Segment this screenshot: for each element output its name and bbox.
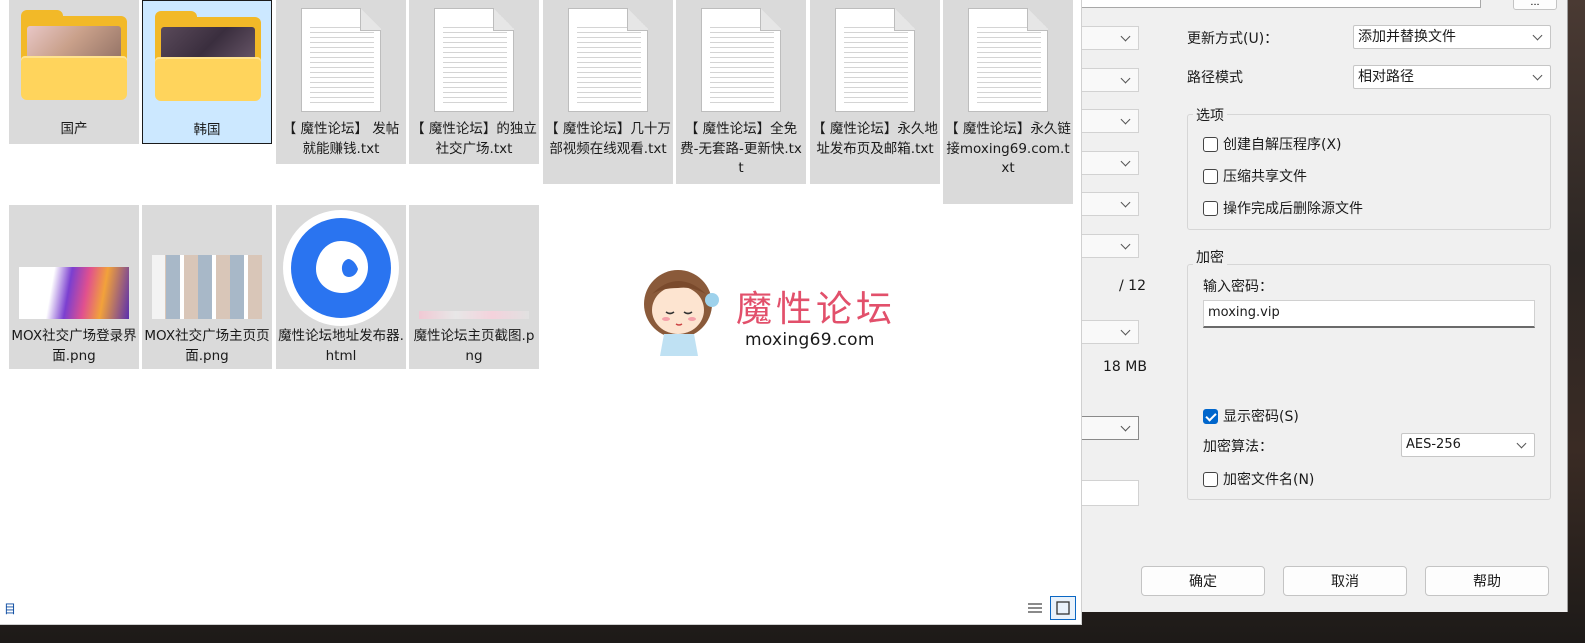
path-mode-label: 路径模式 <box>1187 70 1243 86</box>
chevron-down-icon <box>1530 66 1544 88</box>
image-thumbnail-icon <box>152 255 262 319</box>
threads-total: / 12 <box>1119 278 1146 294</box>
watermark: 魔性论坛 moxing69.com <box>640 262 920 372</box>
file-name: 【 魔性论坛】 发帖就能赚钱.txt <box>282 121 400 157</box>
shared-label: 压缩共享文件 <box>1223 169 1307 185</box>
list-item[interactable]: MOX社交广场主页页面.png <box>142 205 272 369</box>
algorithm-select[interactable]: AES-256 <box>1401 433 1535 457</box>
mascot-girl-icon <box>644 270 719 356</box>
chevron-down-icon <box>1118 110 1132 132</box>
archive-dialog: / 12 18 MB ... 更新方式(U)： 添加并替换文件 路径模式 相对路… <box>1040 0 1568 612</box>
chevron-down-icon <box>1118 417 1132 439</box>
list-item[interactable]: MOX社交广场登录界面.png <box>9 205 139 369</box>
html-app-icon <box>283 210 399 326</box>
large-icons-view-button[interactable] <box>1050 596 1076 620</box>
chevron-down-icon <box>1118 27 1132 49</box>
file-name: 【 魔性论坛】的独立社交广场.txt <box>411 121 537 157</box>
ok-button[interactable]: 确定 <box>1141 566 1265 596</box>
image-thumbnail-icon <box>19 267 129 319</box>
file-name: 国产 <box>60 121 88 137</box>
list-item[interactable]: 【 魔性论坛】 发帖就能赚钱.txt <box>276 0 406 164</box>
show-password-checkbox[interactable]: 显示密码(S) <box>1203 406 1299 426</box>
file-name: 【 魔性论坛】几十万部视频在线观看.txt <box>545 121 671 157</box>
details-view-icon <box>1028 603 1042 613</box>
list-item[interactable]: 魔性论坛主页截图.png <box>409 205 539 369</box>
chevron-down-icon <box>1118 321 1132 343</box>
watermark-title: 魔性论坛 <box>736 289 897 330</box>
chevron-down-icon <box>1118 235 1132 257</box>
chevron-down-icon <box>1118 152 1132 174</box>
file-name: 魔性论坛地址发布器.html <box>278 328 404 364</box>
watermark-url: moxing69.com <box>745 330 875 350</box>
delete-source-checkbox[interactable]: 操作完成后删除源文件 <box>1203 198 1363 218</box>
archive-name-field[interactable] <box>1041 0 1481 8</box>
list-item[interactable]: 【 魔性论坛】永久地址发布页及邮箱.txt <box>810 0 940 184</box>
image-thumbnail-icon <box>419 311 529 319</box>
list-item[interactable]: 【 魔性论坛】永久链接moxing69.com.txt <box>943 0 1073 204</box>
cancel-button[interactable]: 取消 <box>1283 566 1407 596</box>
checkbox-box[interactable] <box>1203 136 1218 152</box>
list-item[interactable]: 【 魔性论坛】的独立社交广场.txt <box>409 0 539 164</box>
help-button[interactable]: 帮助 <box>1425 566 1549 596</box>
status-text: 目 <box>4 602 17 616</box>
checkbox-box[interactable] <box>1203 200 1218 216</box>
file-name: 韩国 <box>193 122 221 138</box>
list-item[interactable]: 国产 <box>9 0 139 144</box>
file-name: 【 魔性论坛】永久链接moxing69.com.txt <box>945 121 1071 176</box>
checkbox-box-checked[interactable] <box>1203 408 1218 424</box>
options-title: 选项 <box>1193 105 1227 125</box>
file-name: 【 魔性论坛】全免费-无套路-更新快.txt <box>680 121 802 176</box>
password-field[interactable]: moxing.vip <box>1203 300 1535 328</box>
chevron-down-icon <box>1118 193 1132 215</box>
encryption-title: 加密 <box>1193 247 1227 267</box>
chevron-down-icon <box>1530 26 1544 48</box>
folder-icon <box>155 11 261 101</box>
encrypt-names-checkbox[interactable]: 加密文件名(N) <box>1203 469 1314 489</box>
encrypt-names-label: 加密文件名(N) <box>1223 472 1315 488</box>
algorithm-value: AES-256 <box>1406 437 1461 452</box>
path-mode-value: 相对路径 <box>1358 69 1414 85</box>
file-name: MOX社交广场登录界面.png <box>11 328 137 364</box>
list-item-selected[interactable]: 韩国 <box>142 0 272 144</box>
details-view-button[interactable] <box>1022 596 1048 620</box>
list-item[interactable]: 【 魔性论坛】全免费-无套路-更新快.txt <box>676 0 806 184</box>
file-name: 【 魔性论坛】永久地址发布页及邮箱.txt <box>812 121 938 157</box>
large-icons-view-icon <box>1056 601 1070 615</box>
file-name: MOX社交广场主页页面.png <box>144 328 270 364</box>
folder-icon <box>21 10 127 100</box>
shared-checkbox[interactable]: 压缩共享文件 <box>1203 166 1307 186</box>
delete-source-label: 操作完成后删除源文件 <box>1223 201 1363 217</box>
update-mode-label: 更新方式(U)： <box>1187 31 1279 47</box>
memory-usage: 18 MB <box>1103 359 1147 375</box>
sfx-label: 创建自解压程序(X) <box>1223 137 1342 153</box>
password-label: 输入密码： <box>1203 279 1273 295</box>
checkbox-box[interactable] <box>1203 168 1218 184</box>
chevron-down-icon <box>1514 434 1528 456</box>
explorer-window: 国产 韩国 【 魔性论坛】 发帖就能赚钱.txt 【 魔性论坛】的独立社交广场.… <box>0 0 1082 625</box>
update-mode-select[interactable]: 添加并替换文件 <box>1353 25 1551 49</box>
algorithm-label: 加密算法： <box>1203 439 1273 455</box>
show-password-label: 显示密码(S) <box>1223 409 1299 425</box>
path-mode-select[interactable]: 相对路径 <box>1353 65 1551 89</box>
list-item[interactable]: 【 魔性论坛】几十万部视频在线观看.txt <box>543 0 673 184</box>
file-name: 魔性论坛主页截图.png <box>413 328 535 364</box>
list-item[interactable]: 魔性论坛地址发布器.html <box>276 205 406 369</box>
checkbox-box[interactable] <box>1203 471 1218 487</box>
sfx-checkbox[interactable]: 创建自解压程序(X) <box>1203 134 1342 154</box>
update-mode-value: 添加并替换文件 <box>1358 29 1456 45</box>
more-button[interactable]: ... <box>1513 0 1557 10</box>
chevron-down-icon <box>1118 69 1132 91</box>
